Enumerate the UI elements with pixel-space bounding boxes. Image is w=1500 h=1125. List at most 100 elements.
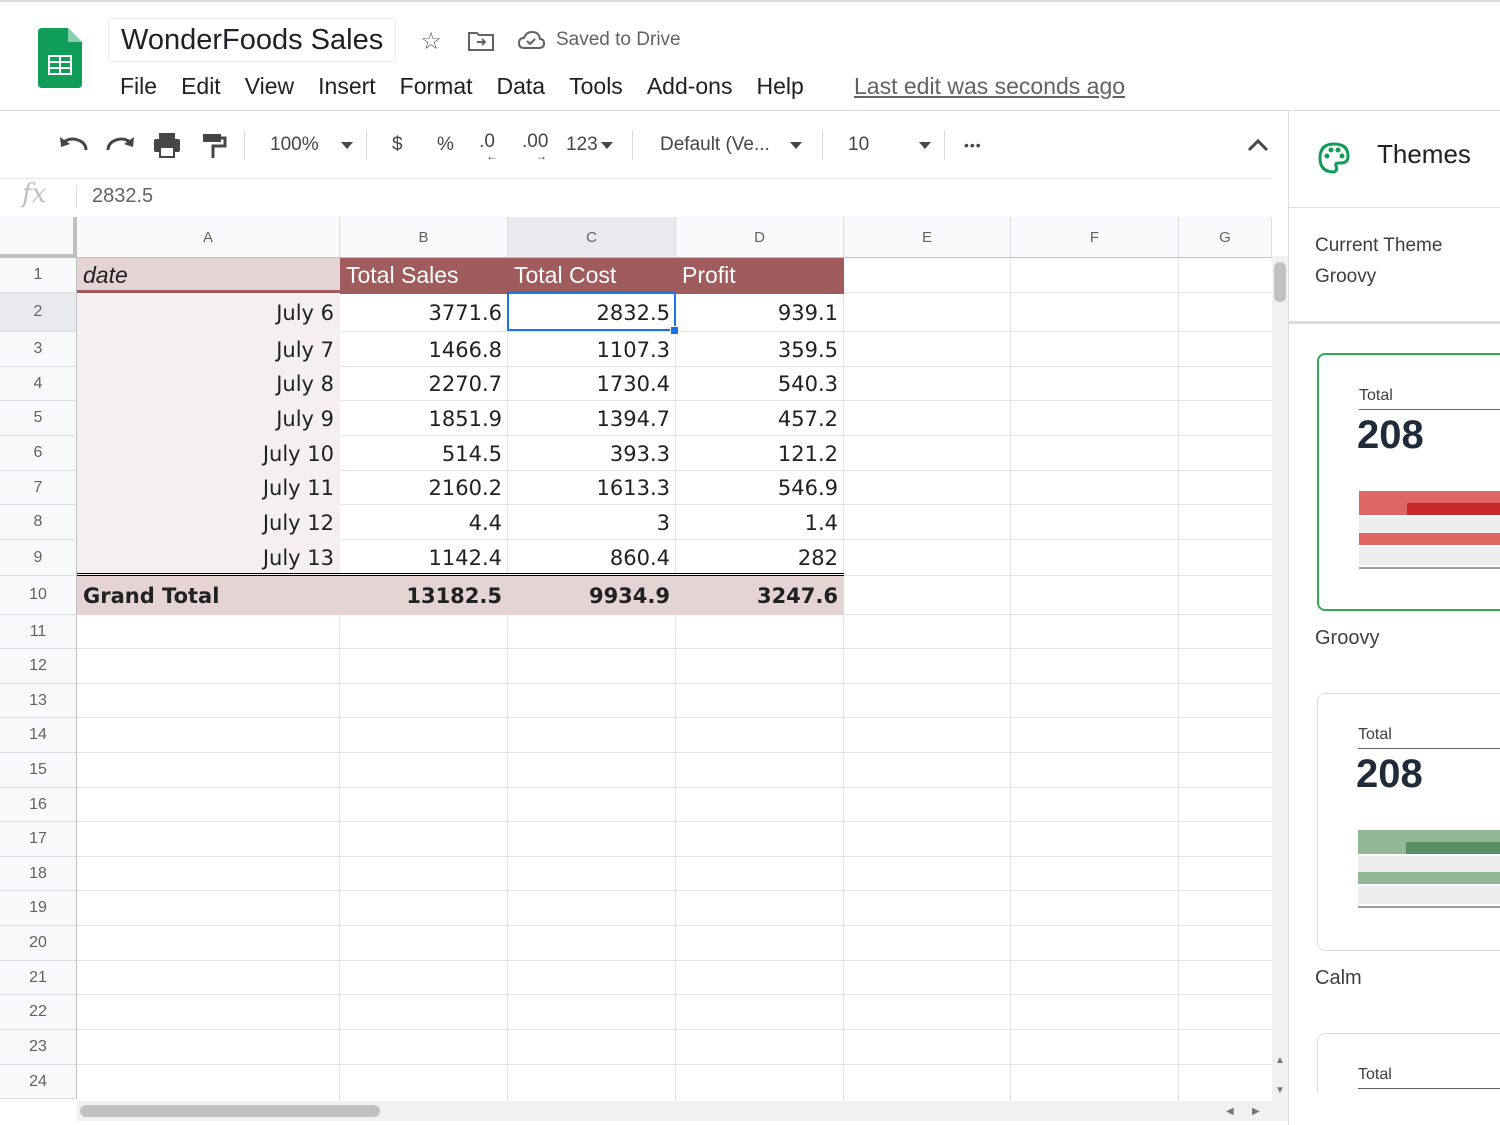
value-cell[interactable]: 546.9 bbox=[676, 471, 844, 505]
value-cell[interactable]: 3771.6 bbox=[340, 293, 508, 332]
row-header-7[interactable]: 7 bbox=[0, 471, 77, 505]
row-header-18[interactable]: 18 bbox=[0, 857, 77, 891]
row-header-21[interactable]: 21 bbox=[0, 961, 77, 995]
move-to-folder-icon[interactable] bbox=[466, 26, 496, 56]
select-all-corner[interactable] bbox=[0, 217, 77, 258]
menu-format[interactable]: Format bbox=[388, 70, 485, 102]
value-cell[interactable]: 540.3 bbox=[676, 367, 844, 401]
row-header-23[interactable]: 23 bbox=[0, 1030, 77, 1065]
value-cell[interactable]: 1730.4 bbox=[508, 367, 676, 401]
row-header-24[interactable]: 24 bbox=[0, 1065, 77, 1099]
value-cell[interactable]: 2160.2 bbox=[340, 471, 508, 505]
value-cell[interactable]: 4.4 bbox=[340, 505, 508, 540]
date-cell[interactable]: July 10 bbox=[77, 436, 340, 471]
grand-total-label[interactable]: Grand Total bbox=[77, 576, 340, 615]
more-formats-select[interactable]: 123 bbox=[566, 124, 613, 166]
fill-handle[interactable] bbox=[670, 326, 679, 335]
column-header-e[interactable]: E bbox=[844, 217, 1011, 258]
row-header-20[interactable]: 20 bbox=[0, 926, 77, 961]
row-header-12[interactable]: 12 bbox=[0, 649, 77, 684]
value-cell[interactable]: 1466.8 bbox=[340, 332, 508, 367]
row-header-22[interactable]: 22 bbox=[0, 995, 77, 1030]
value-cell[interactable]: 1107.3 bbox=[508, 332, 676, 367]
header-cell[interactable]: Total Sales bbox=[340, 258, 508, 293]
sheets-logo-icon[interactable] bbox=[38, 28, 82, 88]
grand-total-cell[interactable]: 9934.9 bbox=[508, 576, 676, 615]
row-header-3[interactable]: 3 bbox=[0, 332, 77, 367]
vertical-scrollbar[interactable] bbox=[1272, 256, 1288, 1101]
column-header-f[interactable]: F bbox=[1011, 217, 1179, 258]
row-header-11[interactable]: 11 bbox=[0, 615, 77, 649]
theme-card-next[interactable]: Total bbox=[1317, 1033, 1500, 1093]
saved-status[interactable]: Saved to Drive bbox=[556, 29, 681, 51]
theme-card-groovy[interactable]: Total 208 bbox=[1317, 353, 1500, 611]
menu-insert[interactable]: Insert bbox=[306, 70, 388, 102]
date-cell[interactable]: July 13 bbox=[77, 540, 340, 576]
value-cell[interactable]: 939.1 bbox=[676, 293, 844, 332]
formula-input[interactable]: 2832.5 bbox=[92, 185, 153, 208]
redo-icon[interactable] bbox=[104, 124, 138, 166]
value-cell[interactable]: 457.2 bbox=[676, 401, 844, 436]
value-cell[interactable]: 121.2 bbox=[676, 436, 844, 471]
font-size-select[interactable]: 10 bbox=[848, 124, 932, 166]
theme-card-calm[interactable]: Total 208 bbox=[1317, 693, 1500, 951]
value-cell[interactable]: 3 bbox=[508, 505, 676, 540]
star-icon[interactable]: ☆ bbox=[416, 26, 446, 56]
scroll-left-icon[interactable]: ◀ bbox=[1226, 1106, 1234, 1117]
cloud-saved-icon[interactable] bbox=[516, 26, 546, 56]
scroll-down-icon[interactable]: ▼ bbox=[1275, 1085, 1285, 1096]
menu-data[interactable]: Data bbox=[485, 70, 558, 102]
vertical-scroll-thumb[interactable] bbox=[1274, 262, 1286, 302]
column-header-d[interactable]: D bbox=[676, 217, 844, 258]
row-header-13[interactable]: 13 bbox=[0, 684, 77, 718]
selected-cell-outline[interactable] bbox=[507, 291, 676, 331]
currency-format-button[interactable]: $ bbox=[392, 124, 403, 166]
row-header-16[interactable]: 16 bbox=[0, 788, 77, 822]
row-header-14[interactable]: 14 bbox=[0, 718, 77, 753]
menu-view[interactable]: View bbox=[233, 70, 306, 102]
value-cell[interactable]: 1851.9 bbox=[340, 401, 508, 436]
row-header-5[interactable]: 5 bbox=[0, 401, 77, 436]
scroll-up-icon[interactable]: ▲ bbox=[1275, 1055, 1285, 1066]
horizontal-scroll-thumb[interactable] bbox=[80, 1105, 380, 1117]
value-cell[interactable]: 1613.3 bbox=[508, 471, 676, 505]
print-icon[interactable] bbox=[150, 124, 184, 166]
row-header-10[interactable]: 10 bbox=[0, 576, 77, 615]
date-cell[interactable]: July 8 bbox=[77, 367, 340, 401]
document-title[interactable]: WonderFoods Sales bbox=[108, 18, 397, 62]
date-cell[interactable]: July 7 bbox=[77, 332, 340, 367]
last-edit-link[interactable]: Last edit was seconds ago bbox=[854, 70, 1125, 102]
date-cell[interactable]: July 11 bbox=[77, 471, 340, 505]
more-options-button[interactable]: ••• bbox=[964, 124, 982, 166]
paint-format-icon[interactable] bbox=[198, 124, 228, 166]
value-cell[interactable]: 282 bbox=[676, 540, 844, 576]
header-cell[interactable]: date bbox=[77, 258, 340, 293]
value-cell[interactable]: 1142.4 bbox=[340, 540, 508, 576]
row-header-15[interactable]: 15 bbox=[0, 753, 77, 788]
value-cell[interactable]: 514.5 bbox=[340, 436, 508, 471]
value-cell[interactable]: 393.3 bbox=[508, 436, 676, 471]
date-cell[interactable]: July 6 bbox=[77, 293, 340, 332]
menu-addons[interactable]: Add-ons bbox=[635, 70, 745, 102]
collapse-toolbar-icon[interactable] bbox=[1244, 124, 1272, 166]
menu-edit[interactable]: Edit bbox=[169, 70, 233, 102]
grand-total-cell[interactable]: 3247.6 bbox=[676, 576, 844, 615]
scroll-right-icon[interactable]: ▶ bbox=[1252, 1106, 1260, 1117]
date-cell[interactable]: July 12 bbox=[77, 505, 340, 540]
value-cell[interactable]: 1.4 bbox=[676, 505, 844, 540]
menu-help[interactable]: Help bbox=[744, 70, 815, 102]
decrease-decimal-button[interactable]: .0 ← bbox=[476, 124, 498, 166]
date-cell[interactable]: July 9 bbox=[77, 401, 340, 436]
value-cell[interactable]: 860.4 bbox=[508, 540, 676, 576]
spreadsheet-grid[interactable]: ABCDEFG 1 2 3 4 5 6 7 8 9 10 11 12 13 14 15 16 17 18 19 20 2… bbox=[0, 217, 1272, 1101]
menu-file[interactable]: File bbox=[108, 70, 169, 102]
zoom-select[interactable]: 100% bbox=[270, 124, 353, 166]
value-cell[interactable]: 359.5 bbox=[676, 332, 844, 367]
column-header-a[interactable]: A bbox=[77, 217, 340, 258]
value-cell[interactable]: 1394.7 bbox=[508, 401, 676, 436]
column-header-b[interactable]: B bbox=[340, 217, 508, 258]
column-header-c[interactable]: C bbox=[508, 217, 676, 258]
row-header-6[interactable]: 6 bbox=[0, 436, 77, 471]
row-header-19[interactable]: 19 bbox=[0, 891, 77, 926]
row-header-9[interactable]: 9 bbox=[0, 540, 77, 576]
